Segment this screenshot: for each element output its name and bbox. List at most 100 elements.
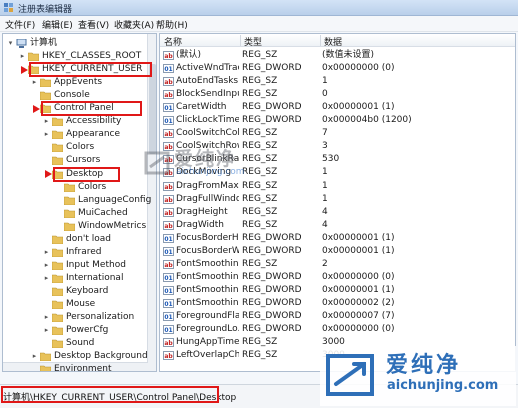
- value-row[interactable]: 01 ClickLockTime REG_DWORD 0x000004b0 (1200…: [160, 114, 515, 127]
- window-title: 注册表编辑器: [18, 5, 73, 15]
- value-data: 0x00000001 (1): [322, 245, 395, 256]
- registry-values-pane[interactable]: 名称 类型 数据 ab (默认) REG_SZ (数值未设置) 01 ActiveWndT…: [159, 33, 516, 372]
- tree-item-label: Infrared: [66, 246, 102, 257]
- menu-edit[interactable]: 编辑(E): [42, 18, 73, 31]
- value-row[interactable]: abDragFullWindo...REG_SZ 1: [160, 193, 515, 206]
- folder-icon: [52, 235, 63, 244]
- expand-arrow-icon[interactable]: ▸: [43, 131, 50, 138]
- value-name: CaretWidth: [176, 102, 227, 113]
- menu-favorites[interactable]: 收藏夹(A): [114, 18, 154, 31]
- tree-item-label: Sound: [66, 338, 95, 349]
- registry-tree-pane[interactable]: ▾ 计算机 ▸ HKEY_CLASSES_ROOT ▾ HKEY_CURRENT_USER…: [2, 33, 157, 372]
- folder-icon: [52, 326, 63, 336]
- brand-logo-icon: [326, 354, 374, 396]
- value-data: 0x00000000 (0): [322, 271, 395, 282]
- value-data: 1: [322, 180, 328, 191]
- value-row[interactable]: ab DragHeight REG_SZ 4: [160, 206, 515, 219]
- column-header-data[interactable]: 数据: [324, 35, 342, 48]
- value-type: REG_DWORD: [242, 102, 302, 113]
- expand-arrow-icon[interactable]: [43, 301, 50, 308]
- expand-arrow-icon[interactable]: ▸: [43, 248, 50, 256]
- column-divider[interactable]: [320, 35, 321, 46]
- value-name: ForegroundLo...: [176, 324, 239, 335]
- string-value-icon: ab: [163, 220, 174, 230]
- menu-file[interactable]: 文件(F): [5, 18, 35, 31]
- folder-icon: [52, 131, 63, 140]
- value-name: (默认): [176, 50, 202, 60]
- tree-item-label: don't load: [66, 233, 112, 244]
- watermark-corner: 爱纯净 aichunjing.com: [320, 346, 516, 406]
- value-name: FocusBorderW...: [176, 245, 239, 256]
- expand-arrow-icon[interactable]: [43, 157, 50, 164]
- binary-value-icon: 01: [163, 325, 174, 335]
- binary-value-icon: 01: [163, 298, 174, 308]
- expand-arrow-icon[interactable]: ▸: [43, 274, 50, 282]
- value-row[interactable]: 01FocusBorderW...REG_DWORD 0x00000001 (1): [160, 245, 515, 258]
- value-type: REG_SZ: [242, 50, 278, 60]
- value-data: 1: [322, 193, 328, 204]
- expand-arrow-icon[interactable]: ▸: [31, 79, 38, 86]
- value-name: CoolSwitchCol...: [176, 128, 239, 139]
- expand-arrow-icon[interactable]: ▸: [43, 314, 50, 321]
- value-row[interactable]: ab AutoEndTasks REG_SZ 1: [160, 75, 515, 88]
- watermark-logo-icon: [144, 151, 170, 175]
- value-row[interactable]: abCoolSwitchCol...REG_SZ 7: [160, 127, 515, 140]
- value-type: REG_SZ: [242, 89, 278, 100]
- menu-bar: 文件(F) 编辑(E) 查看(V) 收藏夹(A) 帮助(H): [0, 16, 518, 32]
- value-row[interactable]: 01FocusBorderH...REG_DWORD 0x00000001 (1): [160, 232, 515, 245]
- value-type: REG_DWORD: [242, 297, 302, 308]
- folder-icon: [52, 117, 63, 127]
- value-type: REG_DWORD: [242, 311, 302, 321]
- tree-item-label: Mouse: [66, 299, 96, 309]
- value-type: REG_DWORD: [242, 284, 302, 295]
- value-row[interactable]: abDragFromMaxi...REG_SZ 1: [160, 180, 515, 193]
- binary-value-icon: 01: [163, 64, 174, 74]
- menu-help[interactable]: 帮助(H): [156, 18, 188, 31]
- tree-highlight-box: [41, 101, 142, 117]
- value-row[interactable]: abBlockSendInpu...REG_SZ 0: [160, 88, 515, 101]
- expand-arrow-icon[interactable]: ▸: [31, 353, 38, 360]
- string-value-icon: ab: [163, 181, 174, 191]
- menu-view[interactable]: 查看(V): [78, 18, 109, 31]
- expand-arrow-icon[interactable]: [55, 184, 62, 191]
- value-row[interactable]: 01FontSmoothin...REG_DWORD 0x00000002 (2): [160, 297, 515, 310]
- expand-arrow-icon[interactable]: [55, 197, 62, 204]
- column-header-name[interactable]: 名称: [164, 35, 182, 48]
- value-row[interactable]: 01ActiveWndTrac...REG_DWORD 0x00000000 (0…: [160, 62, 515, 75]
- list-header: 名称 类型 数据: [160, 34, 515, 48]
- expand-arrow-icon[interactable]: ▸: [43, 261, 50, 269]
- binary-value-icon: 01: [163, 272, 174, 282]
- value-row[interactable]: 01FontSmoothin...REG_DWORD 0x00000000 (0): [160, 271, 515, 284]
- folder-icon: [64, 209, 75, 218]
- value-row[interactable]: 01ForegroundFla...REG_DWORD 0x00000007 (7…: [160, 310, 515, 323]
- expand-arrow-icon[interactable]: ▸: [43, 118, 50, 125]
- string-value-icon: ab: [163, 207, 174, 217]
- tree-item-label: International: [66, 272, 124, 283]
- value-row[interactable]: 01ForegroundLo...REG_DWORD 0x00000000 (0): [160, 323, 515, 336]
- expand-arrow-icon[interactable]: [55, 210, 62, 217]
- expand-arrow-icon[interactable]: ▸: [19, 53, 26, 60]
- value-name: FocusBorderH...: [176, 232, 239, 243]
- value-name: DragFullWindo...: [176, 193, 239, 204]
- expand-arrow-icon[interactable]: [55, 223, 62, 230]
- expand-arrow-icon[interactable]: [43, 288, 50, 295]
- value-row[interactable]: 01FontSmoothin...REG_DWORD 0x00000001 (1): [160, 284, 515, 297]
- expand-arrow-icon[interactable]: [31, 92, 38, 99]
- expand-arrow-icon[interactable]: [43, 144, 50, 151]
- expand-arrow-icon[interactable]: [43, 236, 50, 243]
- value-row[interactable]: ab DragWidth REG_SZ 4: [160, 219, 515, 232]
- string-value-icon: ab: [163, 259, 174, 269]
- title-bar: 注册表编辑器: [0, 0, 518, 16]
- collapse-arrow-icon[interactable]: ▾: [7, 40, 14, 47]
- expand-arrow-icon[interactable]: ▸: [43, 327, 50, 334]
- expand-arrow-icon[interactable]: [43, 340, 50, 347]
- tree-scroll-thumb[interactable]: [149, 64, 156, 154]
- expand-arrow-icon[interactable]: [31, 366, 38, 371]
- value-row[interactable]: ab (默认) REG_SZ (数值未设置): [160, 49, 515, 62]
- value-row[interactable]: 01 CaretWidth REG_DWORD 0x00000001 (1): [160, 101, 515, 114]
- column-divider[interactable]: [240, 35, 241, 46]
- value-row[interactable]: ab FontSmoothing REG_SZ 2: [160, 258, 515, 271]
- value-data: 0x000004b0 (1200): [322, 115, 412, 126]
- binary-value-icon: 01: [163, 103, 174, 113]
- column-header-type[interactable]: 类型: [244, 35, 262, 48]
